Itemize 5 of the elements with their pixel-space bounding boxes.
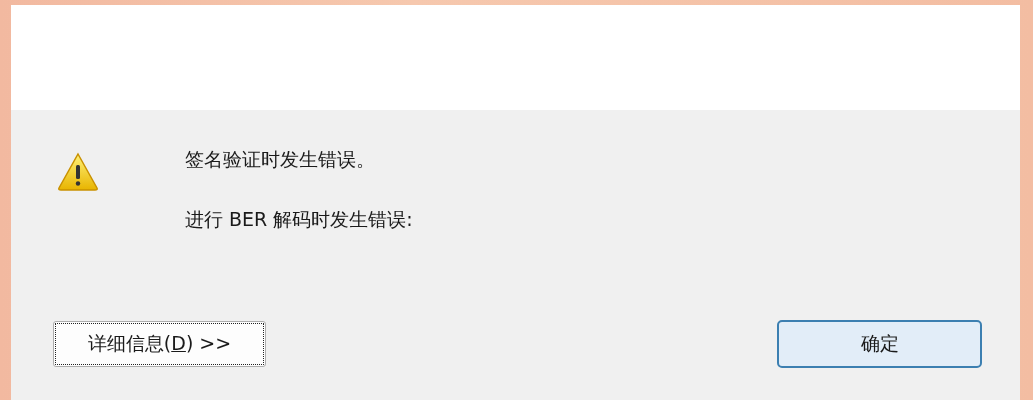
message-text: 进行 BER 解码时发生错误: bbox=[185, 207, 413, 232]
message-text: 签名验证时发生错误。 bbox=[185, 147, 376, 172]
warning-icon bbox=[57, 152, 99, 192]
ok-button[interactable]: 确定 bbox=[777, 320, 982, 368]
details-button[interactable]: 详细信息(D) >> bbox=[53, 321, 266, 367]
